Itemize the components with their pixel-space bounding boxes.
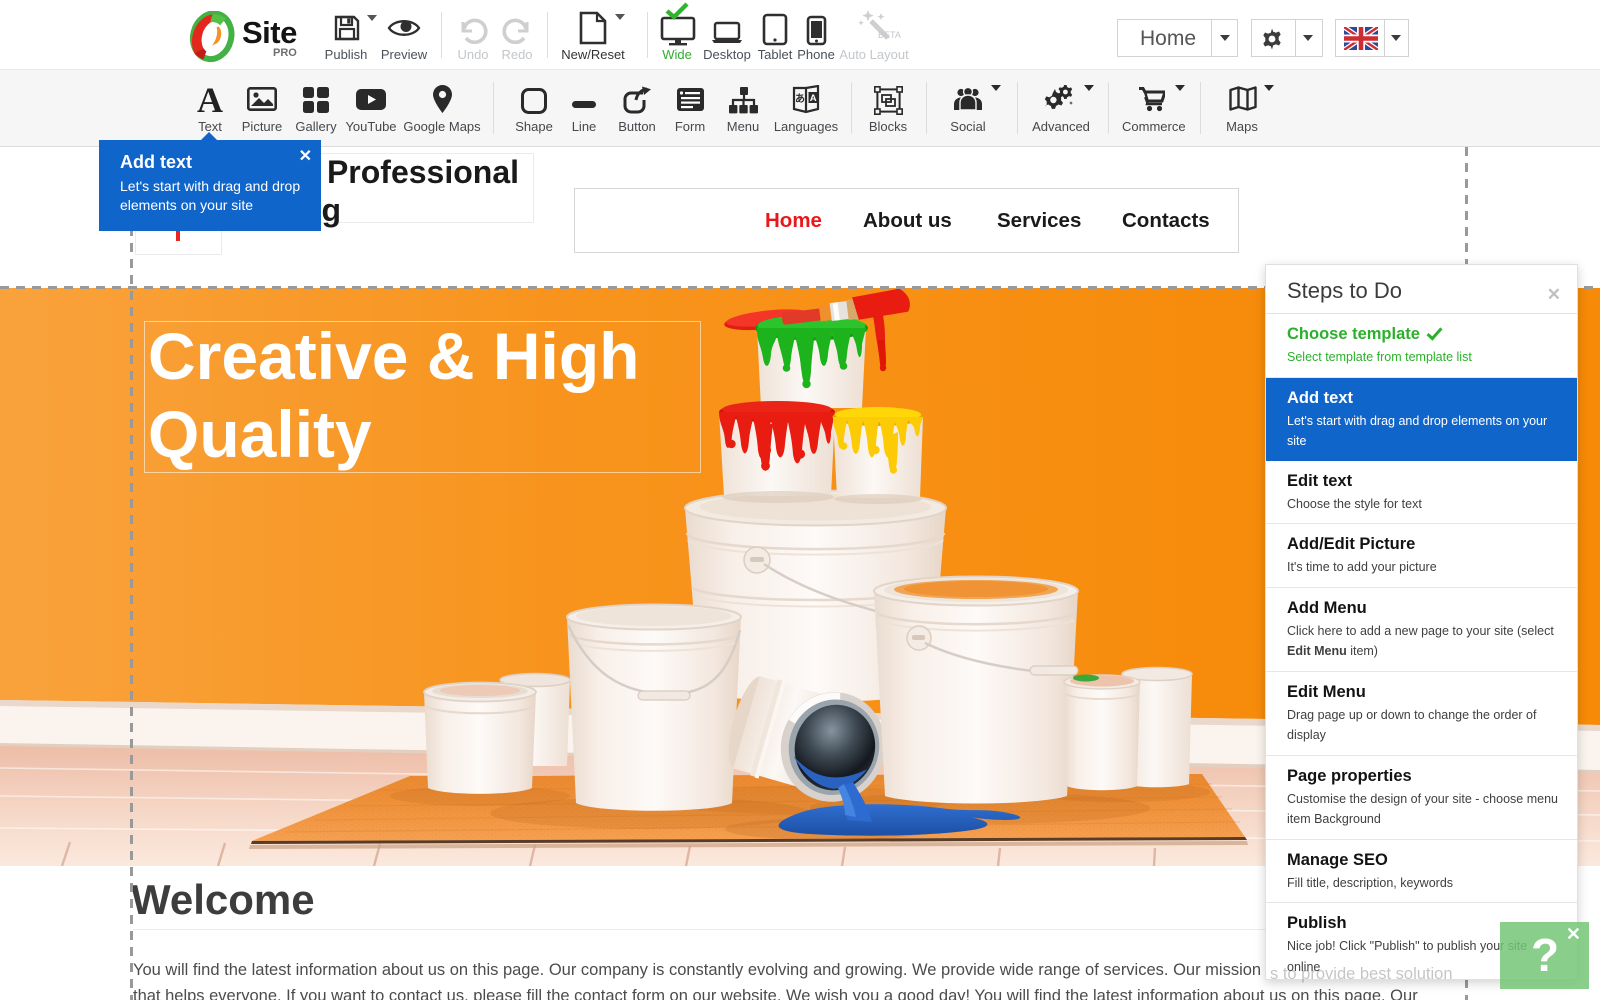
svg-text:あ: あ xyxy=(795,92,805,105)
svg-text:A: A xyxy=(810,93,817,104)
